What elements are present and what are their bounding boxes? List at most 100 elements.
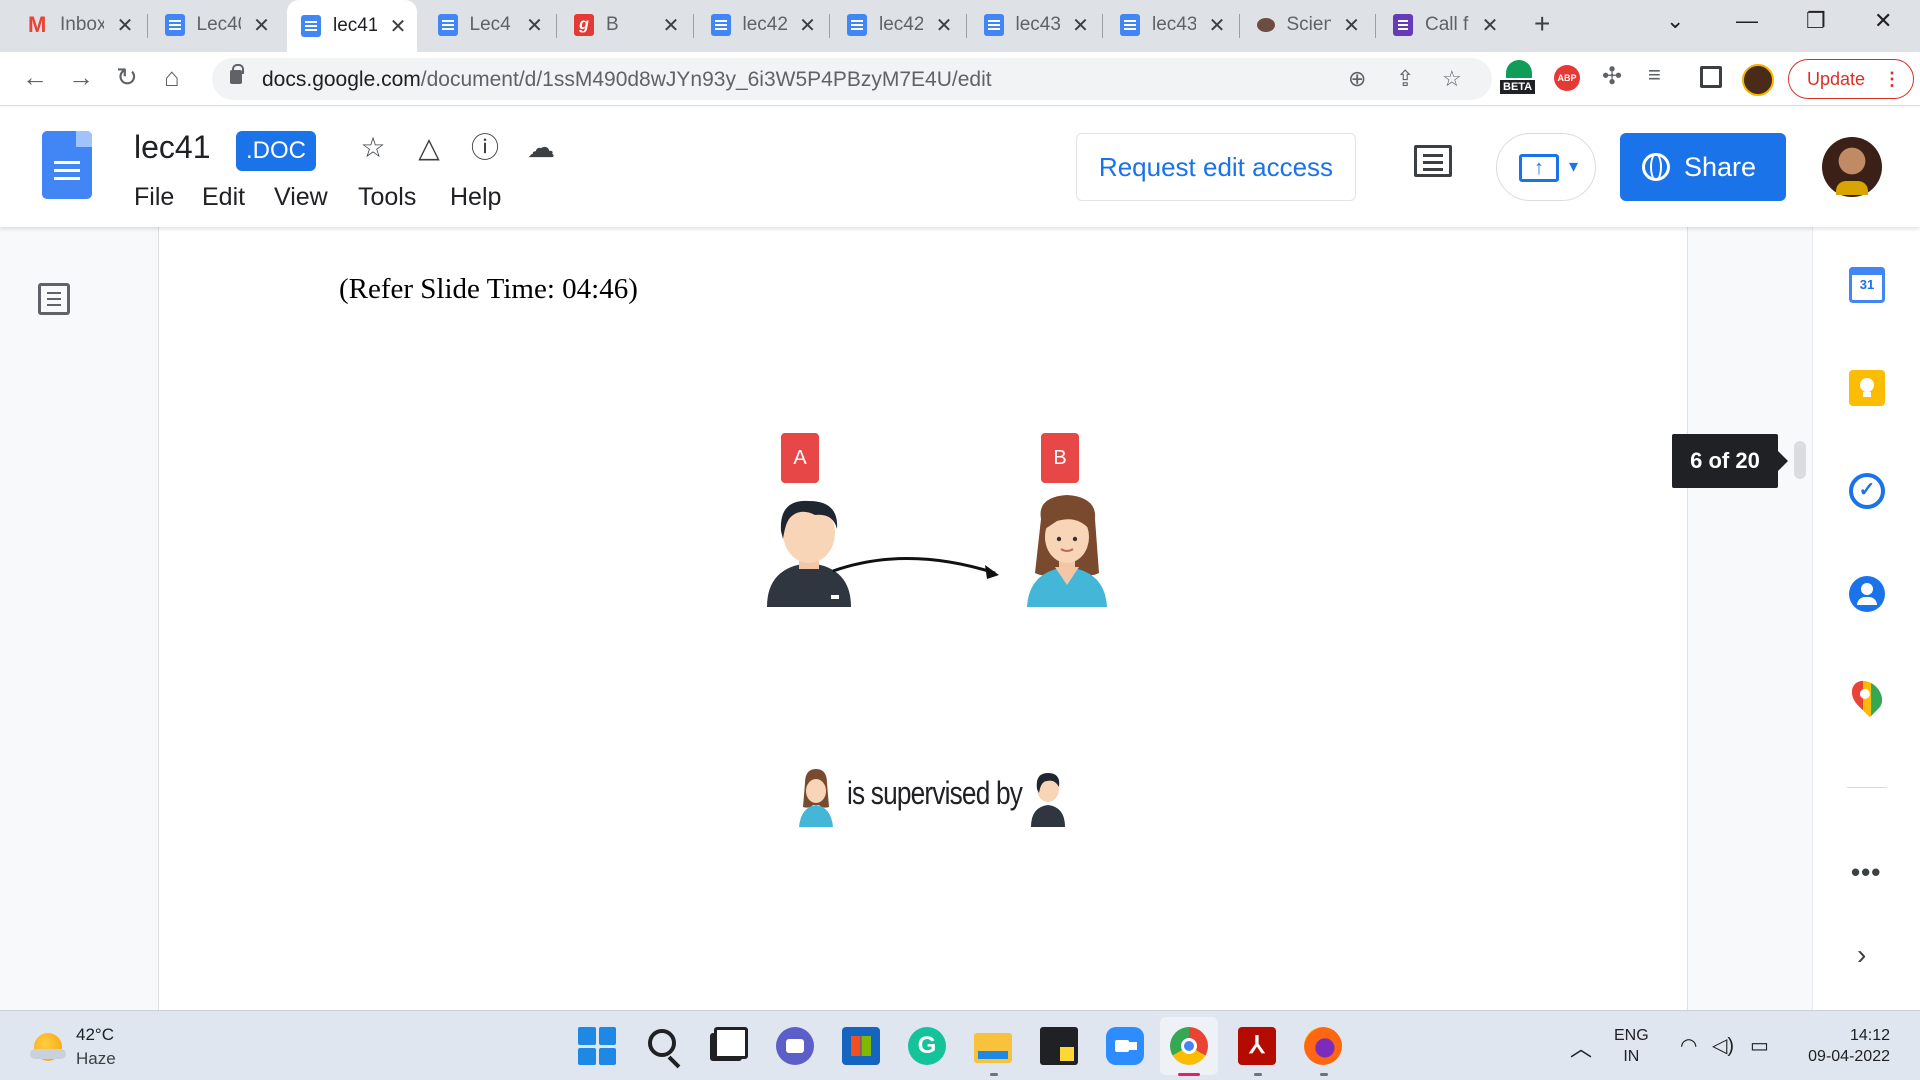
share-button[interactable]: Share bbox=[1620, 133, 1786, 201]
tasks-icon[interactable]: ✓ bbox=[1849, 473, 1885, 509]
request-edit-access-button[interactable]: Request edit access bbox=[1076, 133, 1356, 201]
chrome-icon[interactable] bbox=[1170, 1027, 1208, 1065]
zoom-icon[interactable] bbox=[1106, 1027, 1144, 1065]
profile-avatar[interactable] bbox=[1742, 64, 1774, 96]
battery-icon[interactable]: ▭ bbox=[1750, 1033, 1769, 1058]
calendar-icon[interactable]: 31 bbox=[1849, 267, 1885, 303]
close-tab-icon[interactable]: ✕ bbox=[116, 13, 134, 38]
supervisee-woman-icon bbox=[1027, 495, 1107, 607]
contacts-icon[interactable] bbox=[1849, 576, 1885, 612]
task-view-icon[interactable] bbox=[710, 1027, 748, 1061]
weather-temperature[interactable]: 42°C bbox=[76, 1025, 114, 1045]
store-icon[interactable] bbox=[842, 1027, 880, 1065]
url-text[interactable]: docs.google.com/document/d/1ssM490d8wJYn… bbox=[262, 68, 992, 92]
tab-title: lec41 bbox=[333, 15, 377, 36]
document-page[interactable]: (Refer Slide Time: 04:46) A B is supervi… bbox=[158, 227, 1688, 1010]
close-tab-icon[interactable]: ✕ bbox=[799, 13, 817, 38]
maps-icon[interactable] bbox=[1845, 674, 1889, 718]
cloud-status-icon[interactable]: ☁ bbox=[526, 133, 556, 163]
close-tab-icon[interactable]: ✕ bbox=[253, 13, 271, 38]
close-tab-icon[interactable]: ✕ bbox=[1072, 13, 1090, 38]
adblock-icon[interactable]: ABP bbox=[1554, 65, 1580, 91]
add-to-drive-icon[interactable]: △ bbox=[414, 133, 444, 163]
scrollbar-thumb[interactable] bbox=[1794, 441, 1806, 479]
start-icon[interactable] bbox=[578, 1027, 616, 1065]
slide-figure: A B is supervised by bbox=[159, 227, 1689, 1010]
restore-icon[interactable]: ❐ bbox=[1806, 8, 1826, 34]
docs-icon bbox=[847, 14, 867, 36]
tab-separator bbox=[829, 14, 830, 38]
menu-edit[interactable]: Edit bbox=[202, 183, 245, 212]
present-button[interactable]: ↑ ▾ bbox=[1496, 133, 1596, 201]
show-hidden-icons-icon[interactable]: ︿ bbox=[1570, 1031, 1592, 1063]
close-tab-icon[interactable]: ✕ bbox=[1481, 13, 1499, 38]
language-indicator[interactable]: ENG IN bbox=[1614, 1025, 1649, 1067]
browser-tab[interactable]: lec42 ✕ bbox=[833, 6, 963, 44]
file-explorer-icon[interactable] bbox=[974, 1033, 1012, 1063]
g-icon: g bbox=[574, 14, 594, 36]
more-addons-icon[interactable]: ••• bbox=[1851, 857, 1881, 888]
share-page-icon[interactable]: ⇪ bbox=[1396, 66, 1414, 92]
caption-text: is supervised by bbox=[847, 775, 1023, 811]
bookmark-star-icon[interactable]: ☆ bbox=[1442, 66, 1462, 92]
clock[interactable]: 14:12 09-04-2022 bbox=[1790, 1025, 1890, 1067]
wifi-icon[interactable]: ◠ bbox=[1680, 1033, 1697, 1058]
browser-tab[interactable]: lec41 ✕ bbox=[287, 0, 417, 52]
firefox-icon[interactable] bbox=[1304, 1027, 1342, 1065]
new-tab-button[interactable]: + bbox=[1534, 8, 1550, 40]
browser-tab[interactable]: lec43 ✕ bbox=[1106, 6, 1236, 44]
extension-beta-icon[interactable]: BETA bbox=[1500, 60, 1538, 96]
grammarly-icon[interactable]: G bbox=[908, 1027, 946, 1065]
account-avatar[interactable] bbox=[1822, 137, 1882, 197]
browser-tab[interactable]: M Inbox ✕ bbox=[14, 6, 144, 44]
page-indicator-tooltip: 6 of 20 bbox=[1672, 434, 1788, 488]
lock-icon[interactable] bbox=[230, 64, 244, 84]
teams-chat-icon[interactable] bbox=[776, 1027, 814, 1065]
info-icon[interactable]: ⓘ bbox=[470, 133, 500, 163]
search-icon[interactable] bbox=[648, 1029, 676, 1057]
browser-tab[interactable]: Lec4 ✕ bbox=[424, 6, 554, 44]
back-icon[interactable]: ← bbox=[22, 62, 48, 93]
document-outline-icon[interactable] bbox=[38, 283, 70, 315]
expand-panel-icon[interactable]: › bbox=[1857, 939, 1866, 971]
home-icon[interactable]: ⌂ bbox=[164, 62, 180, 93]
browser-tab[interactable]: Scien ✕ bbox=[1243, 6, 1371, 44]
extensions-puzzle-icon[interactable]: ✣ bbox=[1602, 62, 1622, 91]
update-button[interactable]: Update ⋮ bbox=[1788, 59, 1914, 99]
volume-icon[interactable]: ◁) bbox=[1712, 1033, 1734, 1058]
close-tab-icon[interactable]: ✕ bbox=[662, 13, 680, 38]
close-window-icon[interactable]: ✕ bbox=[1874, 8, 1892, 34]
browser-tab[interactable]: Call f ✕ bbox=[1379, 6, 1509, 44]
star-icon[interactable]: ☆ bbox=[358, 133, 388, 163]
keep-icon[interactable] bbox=[1849, 370, 1885, 406]
address-bar[interactable]: docs.google.com/document/d/1ssM490d8wJYn… bbox=[212, 58, 1492, 100]
close-tab-icon[interactable]: ✕ bbox=[526, 13, 544, 38]
forward-icon[interactable]: → bbox=[68, 62, 94, 93]
docs-logo-icon[interactable] bbox=[42, 131, 92, 199]
browser-tab[interactable]: lec42 ✕ bbox=[697, 6, 827, 44]
comment-history-icon[interactable] bbox=[1414, 145, 1452, 177]
browser-tab[interactable]: g B ✕ bbox=[560, 6, 690, 44]
acrobat-icon[interactable]: ⅄ bbox=[1238, 1027, 1276, 1065]
close-tab-icon[interactable]: ✕ bbox=[1343, 13, 1361, 38]
close-tab-icon[interactable]: ✕ bbox=[935, 13, 953, 38]
close-tab-icon[interactable]: ✕ bbox=[1208, 13, 1226, 38]
tab-separator bbox=[146, 14, 148, 38]
menu-file[interactable]: File bbox=[134, 183, 174, 212]
menu-help[interactable]: Help bbox=[450, 183, 501, 212]
document-title[interactable]: lec41 bbox=[134, 129, 211, 166]
reload-icon[interactable]: ↻ bbox=[116, 62, 138, 93]
minimize-icon[interactable]: — bbox=[1736, 8, 1758, 34]
browser-tab[interactable]: lec43 ✕ bbox=[970, 6, 1100, 44]
browser-tab[interactable]: Lec40 ✕ bbox=[151, 6, 281, 44]
menu-view[interactable]: View bbox=[274, 183, 328, 212]
zoom-icon[interactable]: ⊕ bbox=[1348, 66, 1366, 92]
close-tab-icon[interactable]: ✕ bbox=[389, 14, 407, 39]
sticky-notes-icon[interactable] bbox=[1040, 1027, 1078, 1065]
side-panel-icon[interactable] bbox=[1700, 66, 1722, 88]
menu-tools[interactable]: Tools bbox=[358, 183, 416, 212]
weather-icon[interactable] bbox=[30, 1033, 66, 1061]
tab-search-chevron-icon[interactable]: ⌄ bbox=[1666, 8, 1684, 34]
weather-description[interactable]: Haze bbox=[76, 1049, 116, 1069]
reading-list-icon[interactable]: ≡ bbox=[1648, 62, 1661, 88]
